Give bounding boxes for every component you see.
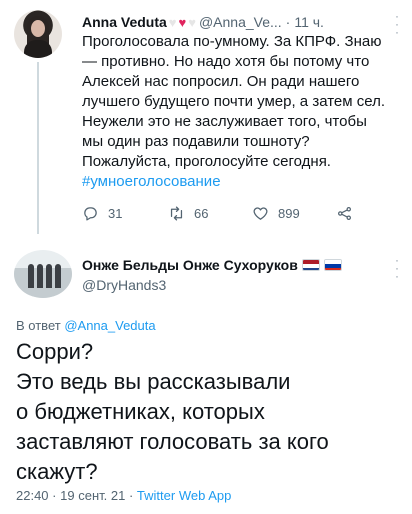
separator: ·: [285, 14, 291, 30]
in-reply-handle-link[interactable]: @Anna_Veduta: [64, 318, 155, 333]
retweet-count: 66: [194, 205, 209, 221]
reply-button[interactable]: 31: [82, 205, 168, 222]
author-handle[interactable]: @Anna_Ve...: [199, 14, 282, 30]
like-button[interactable]: 899: [252, 205, 336, 222]
in-reply-to: В ответ @Anna_Veduta: [16, 318, 156, 333]
white-heart-icon: ♥: [168, 14, 177, 30]
share-icon: [338, 206, 351, 220]
tweet-meta: 22:40 · 19 сент. 21 · Twitter Web App: [16, 488, 231, 503]
retweet-icon: [170, 205, 183, 221]
white-heart-icon: ♥: [188, 14, 196, 30]
more-options-icon[interactable]: · · ·: [388, 254, 406, 282]
reply-author-handle[interactable]: @DryHands3: [82, 277, 166, 293]
red-heart-icon: ♥: [178, 14, 187, 30]
reply-count: 31: [108, 205, 123, 221]
tweet-time[interactable]: 11 ч.: [294, 14, 324, 30]
author-avatar[interactable]: [14, 10, 62, 58]
retweet-button[interactable]: 66: [168, 205, 252, 222]
russia-flag-icon: [323, 259, 342, 271]
reply-header: Онже Бельды Онже Сухоруков: [82, 255, 382, 275]
reply-date[interactable]: 19 сент. 21: [60, 488, 125, 503]
hashtag-link[interactable]: #умноеголосование: [82, 173, 221, 190]
tweet-actions: 31 66 899: [82, 203, 382, 223]
meta-separator: ·: [128, 488, 134, 503]
reply-icon: [84, 206, 97, 221]
author-name[interactable]: Anna Veduta: [82, 14, 167, 30]
share-button[interactable]: [336, 205, 362, 222]
meta-separator: ·: [52, 488, 57, 503]
tweet-body: Проголосовала по-умному. За КПРФ. Знаю —…: [82, 33, 385, 170]
tweet-text: Проголосовала по-умному. За КПРФ. Знаю —…: [82, 32, 400, 192]
reply-time[interactable]: 22:40: [16, 488, 49, 503]
more-options-icon[interactable]: · · ·: [388, 10, 406, 38]
heart-icon: [253, 206, 268, 220]
in-reply-prefix: В ответ: [16, 318, 61, 333]
netherlands-flag-icon: [301, 259, 320, 271]
like-count: 899: [278, 205, 300, 221]
source-link[interactable]: Twitter Web App: [137, 488, 231, 503]
reply-text: Сорри? Это ведь вы рассказывали о бюджет…: [16, 339, 329, 484]
parent-tweet[interactable]: Anna Veduta ♥ ♥ ♥ @Anna_Ve... · 11 ч. · ·…: [0, 0, 412, 236]
thread-line: [37, 62, 39, 234]
reply-author-name[interactable]: Онже Бельды Онже Сухоруков: [82, 257, 298, 273]
reply-author-avatar[interactable]: [14, 250, 72, 298]
tweet-header: Anna Veduta ♥ ♥ ♥ @Anna_Ve... · 11 ч.: [82, 12, 402, 32]
